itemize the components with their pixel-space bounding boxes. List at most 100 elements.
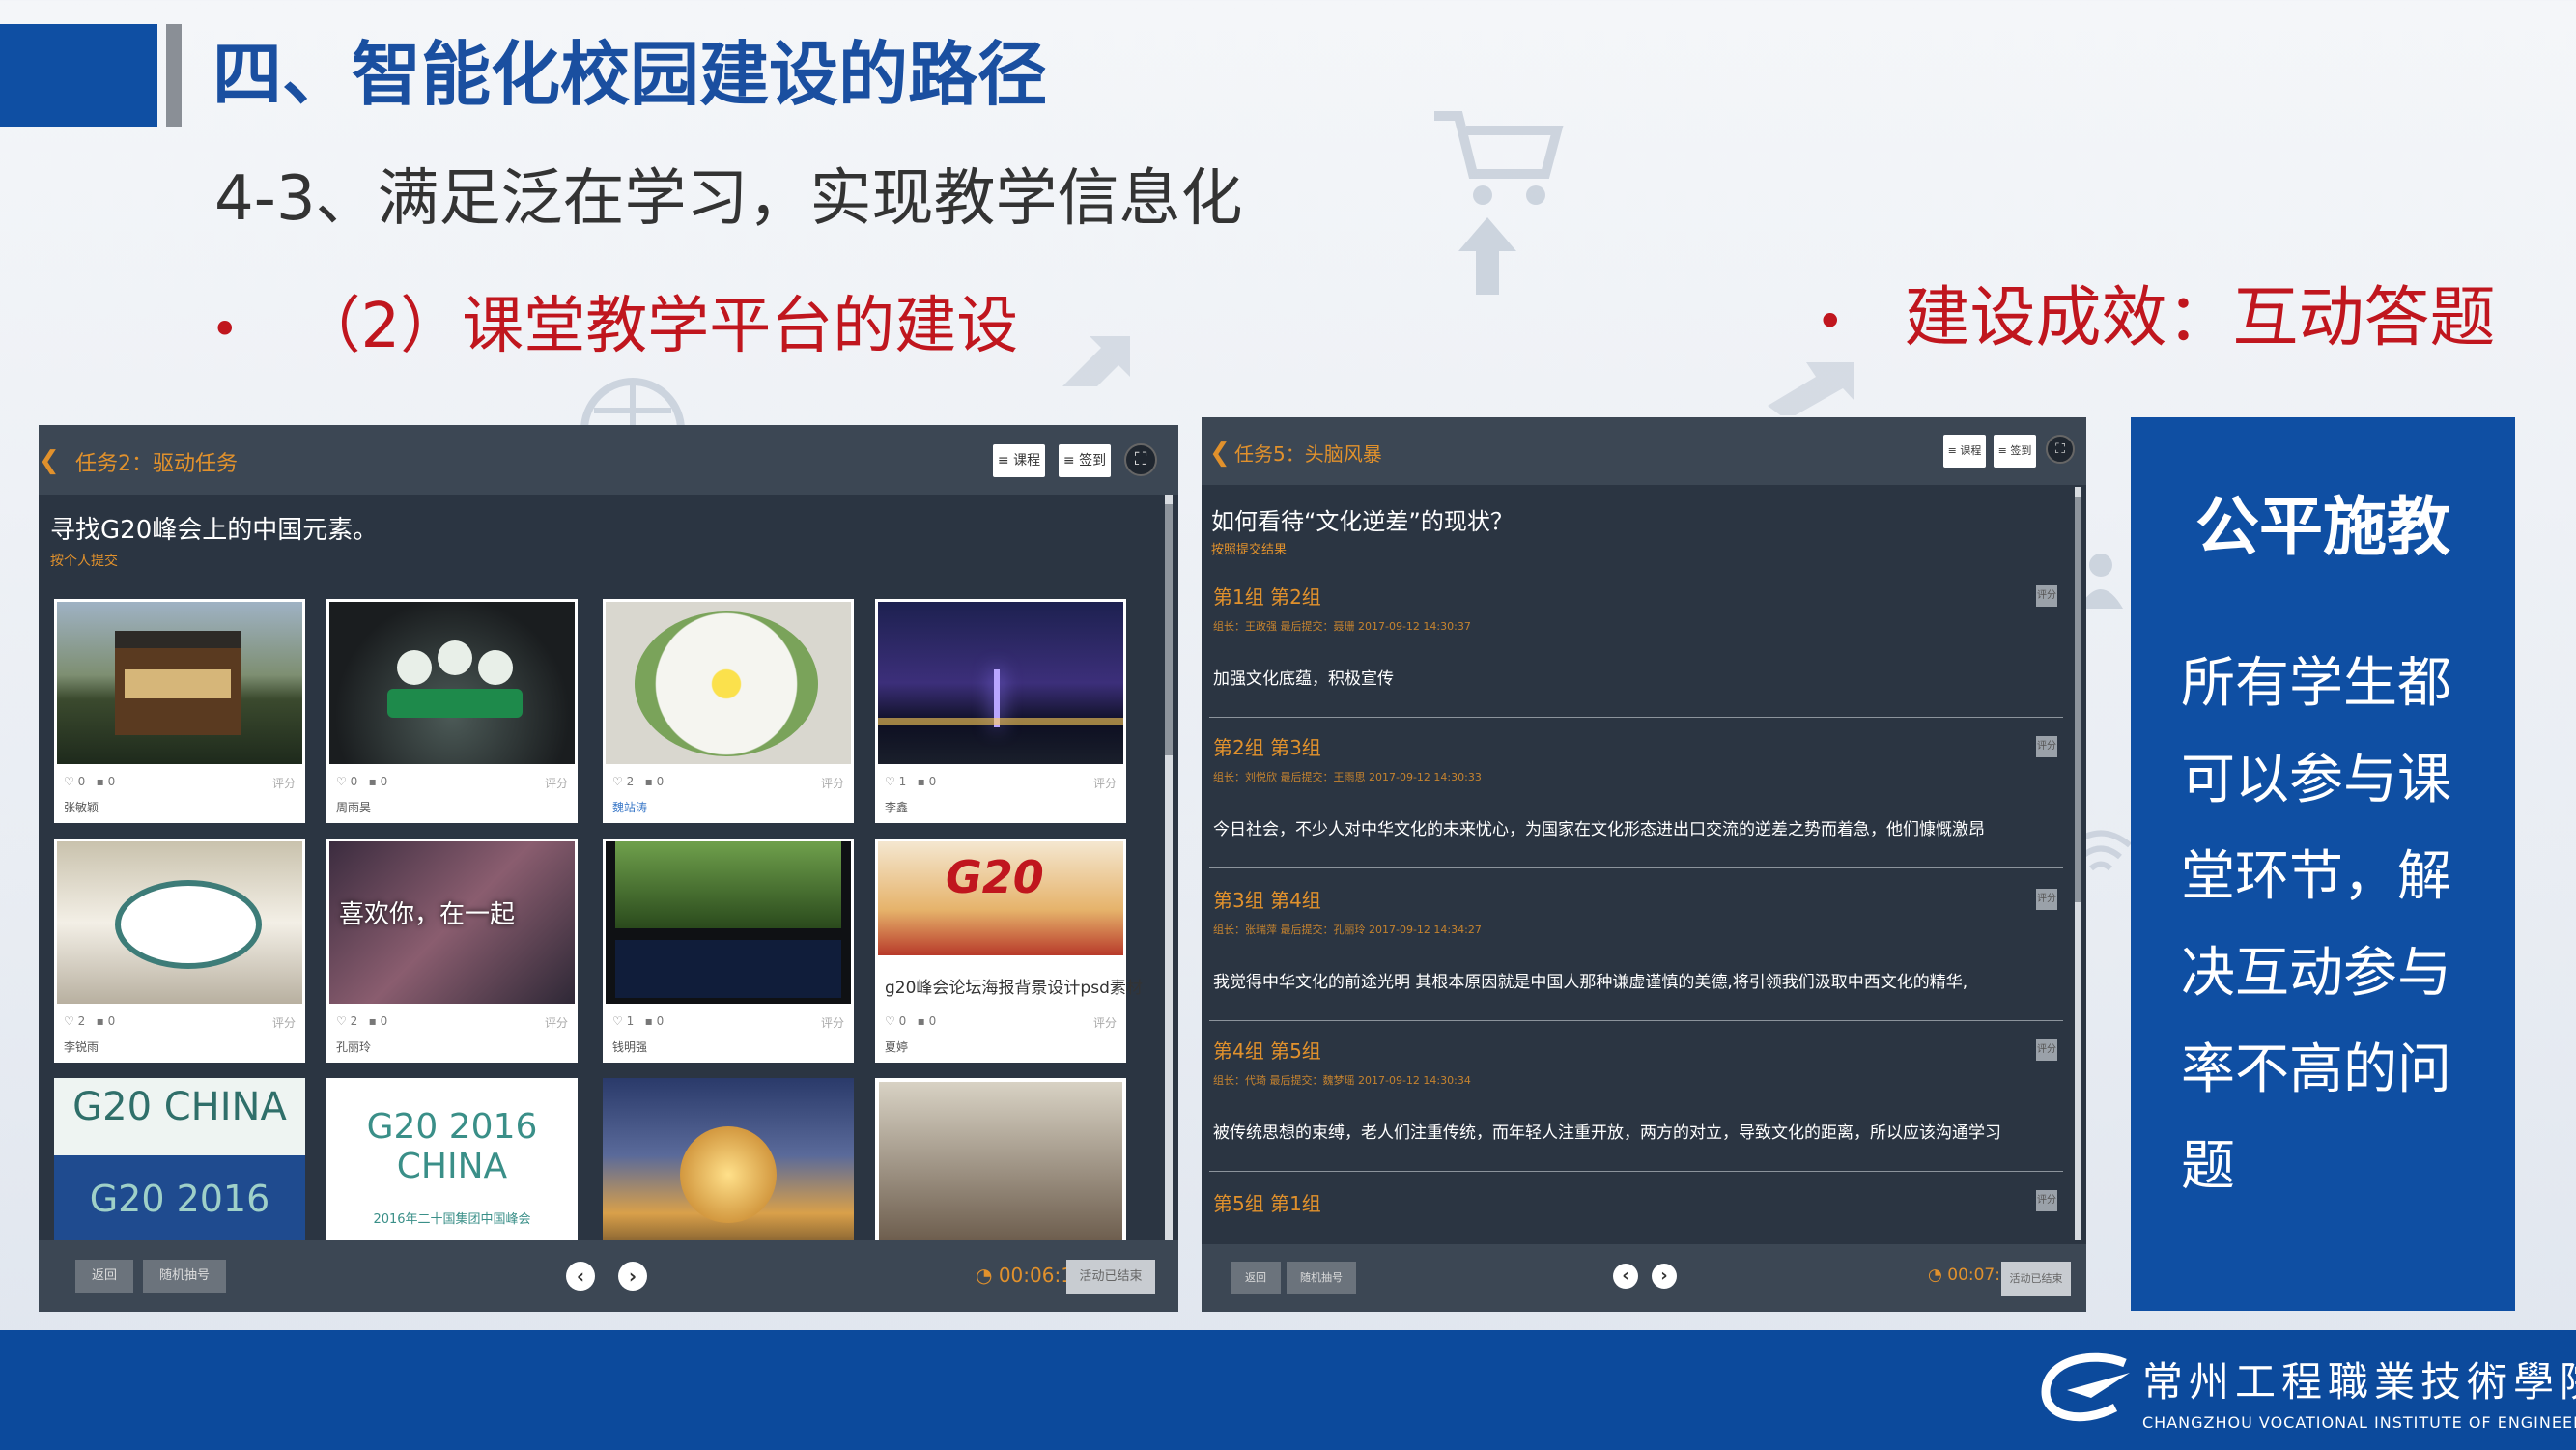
rate-link[interactable]: 评分 bbox=[272, 1014, 296, 1031]
course-button[interactable]: ≡ 课程 bbox=[993, 444, 1045, 477]
like-comment-count: ♡ 2 ▪ 0 bbox=[64, 1014, 116, 1028]
answer-text: 被传统思想的束缚，老人们注重传统，而年轻人注重开放，两方的对立，导致文化的距离，… bbox=[1213, 1123, 2001, 1143]
submission-image bbox=[57, 602, 302, 764]
rate-link[interactable]: 评分 bbox=[821, 1014, 844, 1031]
rate-link[interactable]: 评分 bbox=[1093, 1014, 1117, 1031]
section-bullet-text: （2）课堂教学平台的建设 bbox=[298, 291, 1019, 362]
submission-card[interactable]: ♡ 1 ▪ 0 评分 钱明强 bbox=[603, 839, 854, 1063]
submission-image: G20 bbox=[878, 841, 1123, 955]
prev-page-icon[interactable]: ‹ bbox=[1613, 1264, 1638, 1289]
signin-button[interactable]: ≡ 签到 bbox=[1994, 435, 2036, 468]
arrow-icon bbox=[1768, 362, 1854, 415]
image-caption: G20 CHINA bbox=[54, 1078, 305, 1155]
next-page-icon[interactable]: › bbox=[618, 1262, 647, 1291]
author-name: 周雨昊 bbox=[336, 801, 372, 814]
random-pick-button[interactable]: 随机抽号 bbox=[143, 1260, 226, 1293]
scrollbar-thumb[interactable] bbox=[2075, 497, 2081, 902]
image-caption: 喜欢你，在一起 bbox=[339, 900, 516, 929]
question-title: 寻找G20峰会上的中国元素。 bbox=[50, 516, 379, 545]
image-caption: G20 bbox=[946, 851, 1044, 903]
card-caption: g20峰会论坛海报背景设计psd素材 bbox=[885, 979, 1143, 998]
signin-button[interactable]: ≡ 签到 bbox=[1059, 444, 1111, 477]
fullscreen-icon[interactable]: ⛶ bbox=[1124, 443, 1157, 476]
rate-button[interactable]: 评分 bbox=[2036, 1039, 2057, 1061]
submission-image bbox=[329, 602, 575, 764]
arrow-up-icon bbox=[1458, 217, 1516, 295]
fair-teaching-box: 公平施教 所有学生都 可以参与课 堂环节，解 决互动参与 率不高的问 题 bbox=[2131, 417, 2515, 1311]
answer-meta: 组长：代琦 最后提交：魏梦瑶 2017-09-12 14:30:34 bbox=[1213, 1074, 1471, 1087]
box-text-line: 题 bbox=[2181, 1135, 2235, 1198]
result-bullet-text: 建设成效：互动答题 bbox=[1904, 280, 2496, 356]
answer-text: 加强文化底蕴，积极宣传 bbox=[1213, 669, 1394, 689]
submission-image bbox=[57, 841, 302, 1004]
like-comment-count: ♡ 0 ▪ 0 bbox=[336, 775, 388, 788]
author-name: 张敏颖 bbox=[64, 801, 99, 814]
rate-link[interactable]: 评分 bbox=[821, 775, 844, 791]
submission-card[interactable]: G20 2016 CHINA 2016年二十国集团中国峰会 bbox=[326, 1078, 578, 1240]
scrollbar-thumb[interactable] bbox=[1165, 504, 1173, 755]
activity-ended-button[interactable]: 活动已结束 bbox=[1066, 1260, 1155, 1294]
submission-card[interactable]: ♡ 0 ▪ 0 评分 周雨昊 bbox=[326, 599, 578, 823]
image-caption: 2016年二十国集团中国峰会 bbox=[373, 1212, 531, 1227]
submission-image bbox=[606, 602, 851, 764]
page-subtitle: 4-3、满足泛在学习，实现教学信息化 bbox=[214, 163, 1243, 235]
next-page-icon[interactable]: › bbox=[1652, 1264, 1677, 1289]
submission-card[interactable]: 喜欢你，在一起 ♡ 2 ▪ 0 评分 孔丽玲 bbox=[326, 839, 578, 1063]
author-name: 钱明强 bbox=[612, 1040, 648, 1054]
like-comment-count: ♡ 1 ▪ 0 bbox=[885, 775, 937, 788]
divider bbox=[1209, 867, 2063, 868]
submission-card[interactable]: ♡ 2 ▪ 0 评分 魏站涛 bbox=[603, 599, 854, 823]
image-caption: G20 2016 CHINA bbox=[366, 1107, 538, 1186]
school-name-en: CHANGZHOU VOCATIONAL INSTITUTE OF ENGINE… bbox=[2142, 1413, 2576, 1432]
author-name: 夏婷 bbox=[885, 1040, 909, 1054]
like-comment-count: ♡ 1 ▪ 0 bbox=[612, 1014, 665, 1028]
activity-ended-button[interactable]: 活动已结束 bbox=[2001, 1262, 2071, 1296]
rate-link[interactable]: 评分 bbox=[1093, 775, 1117, 791]
submission-card[interactable]: G20 g20峰会论坛海报背景设计psd素材 ♡ 0 ▪ 0 评分 夏婷 bbox=[875, 839, 1143, 1063]
rate-button[interactable]: 评分 bbox=[2036, 1190, 2057, 1211]
divider bbox=[1209, 717, 2063, 718]
submission-card[interactable] bbox=[603, 1078, 854, 1240]
panel-bottombar: 返回 随机抽号 ‹ › ◔ 00:07:27 活动已结束 bbox=[1202, 1244, 2086, 1312]
answer-group: 第1组 第2组 bbox=[1213, 585, 1321, 609]
answer-group: 第5组 第1组 bbox=[1213, 1192, 1321, 1215]
rate-link[interactable]: 评分 bbox=[545, 775, 568, 791]
rate-button[interactable]: 评分 bbox=[2036, 736, 2057, 757]
answer-group: 第4组 第5组 bbox=[1213, 1039, 1321, 1063]
submission-card[interactable]: G20 CHINA G20 2016 bbox=[54, 1078, 305, 1240]
cards-row-clipped: G20 CHINA G20 2016 G20 2016 CHINA 2016年二… bbox=[54, 1078, 1155, 1240]
footer-bar: 常州工程職業技術學院 CHANGZHOU VOCATIONAL INSTITUT… bbox=[0, 1330, 2576, 1450]
answer-meta: 组长：刘悦欣 最后提交：王雨思 2017-09-12 14:30:33 bbox=[1213, 771, 1482, 783]
scrollbar[interactable] bbox=[2075, 487, 2081, 1240]
clock-icon: ◔ bbox=[976, 1264, 993, 1287]
result-bullet: • 建设成效：互动答题 bbox=[1816, 270, 2496, 370]
random-pick-button[interactable]: 随机抽号 bbox=[1287, 1262, 1356, 1294]
box-text-line: 可以参与课 bbox=[2181, 749, 2451, 811]
fullscreen-icon[interactable]: ⛶ bbox=[2046, 435, 2075, 464]
rate-button[interactable]: 评分 bbox=[2036, 889, 2057, 910]
course-button[interactable]: ≡ 课程 bbox=[1943, 435, 1986, 468]
classroom-panel-right: ❮ 任务5：头脑风暴 ≡ 课程 ≡ 签到 ⛶ 如何看待“文化逆差”的现状？ 按照… bbox=[1202, 417, 2086, 1312]
submission-image bbox=[878, 602, 1123, 764]
prev-page-icon[interactable]: ‹ bbox=[566, 1262, 595, 1291]
rate-link[interactable]: 评分 bbox=[545, 1014, 568, 1031]
rate-link[interactable]: 评分 bbox=[272, 775, 296, 791]
submission-image bbox=[606, 841, 851, 1004]
scrollbar[interactable] bbox=[1165, 495, 1173, 1240]
author-name: 魏站涛 bbox=[612, 801, 648, 814]
back-button[interactable]: 返回 bbox=[1231, 1262, 1281, 1294]
answer-text: 我觉得中华文化的前途光明 其根本原因就是中国人那种谦虚谨慎的美德,将引领我们汲取… bbox=[1213, 973, 1968, 992]
back-button[interactable]: 返回 bbox=[75, 1260, 133, 1293]
submission-card[interactable] bbox=[875, 1078, 1126, 1240]
submission-card[interactable]: ♡ 2 ▪ 0 评分 李锐雨 bbox=[54, 839, 305, 1063]
answer-group: 第3组 第4组 bbox=[1213, 889, 1321, 912]
author-name: 李鑫 bbox=[885, 801, 909, 814]
box-text-line: 堂环节，解 bbox=[2181, 845, 2451, 908]
question-subtitle: 按个人提交 bbox=[50, 554, 118, 569]
like-comment-count: ♡ 0 ▪ 0 bbox=[885, 1014, 937, 1028]
submission-card[interactable]: ♡ 1 ▪ 0 评分 李鑫 bbox=[875, 599, 1126, 823]
box-heading: 公平施教 bbox=[2195, 490, 2450, 564]
submission-card[interactable]: ♡ 0 ▪ 0 评分 张敏颖 bbox=[54, 599, 305, 823]
panel-topbar: ❮ 任务2：驱动任务 ≡ 课程 ≡ 签到 ⛶ bbox=[39, 425, 1178, 495]
rate-button[interactable]: 评分 bbox=[2036, 585, 2057, 607]
